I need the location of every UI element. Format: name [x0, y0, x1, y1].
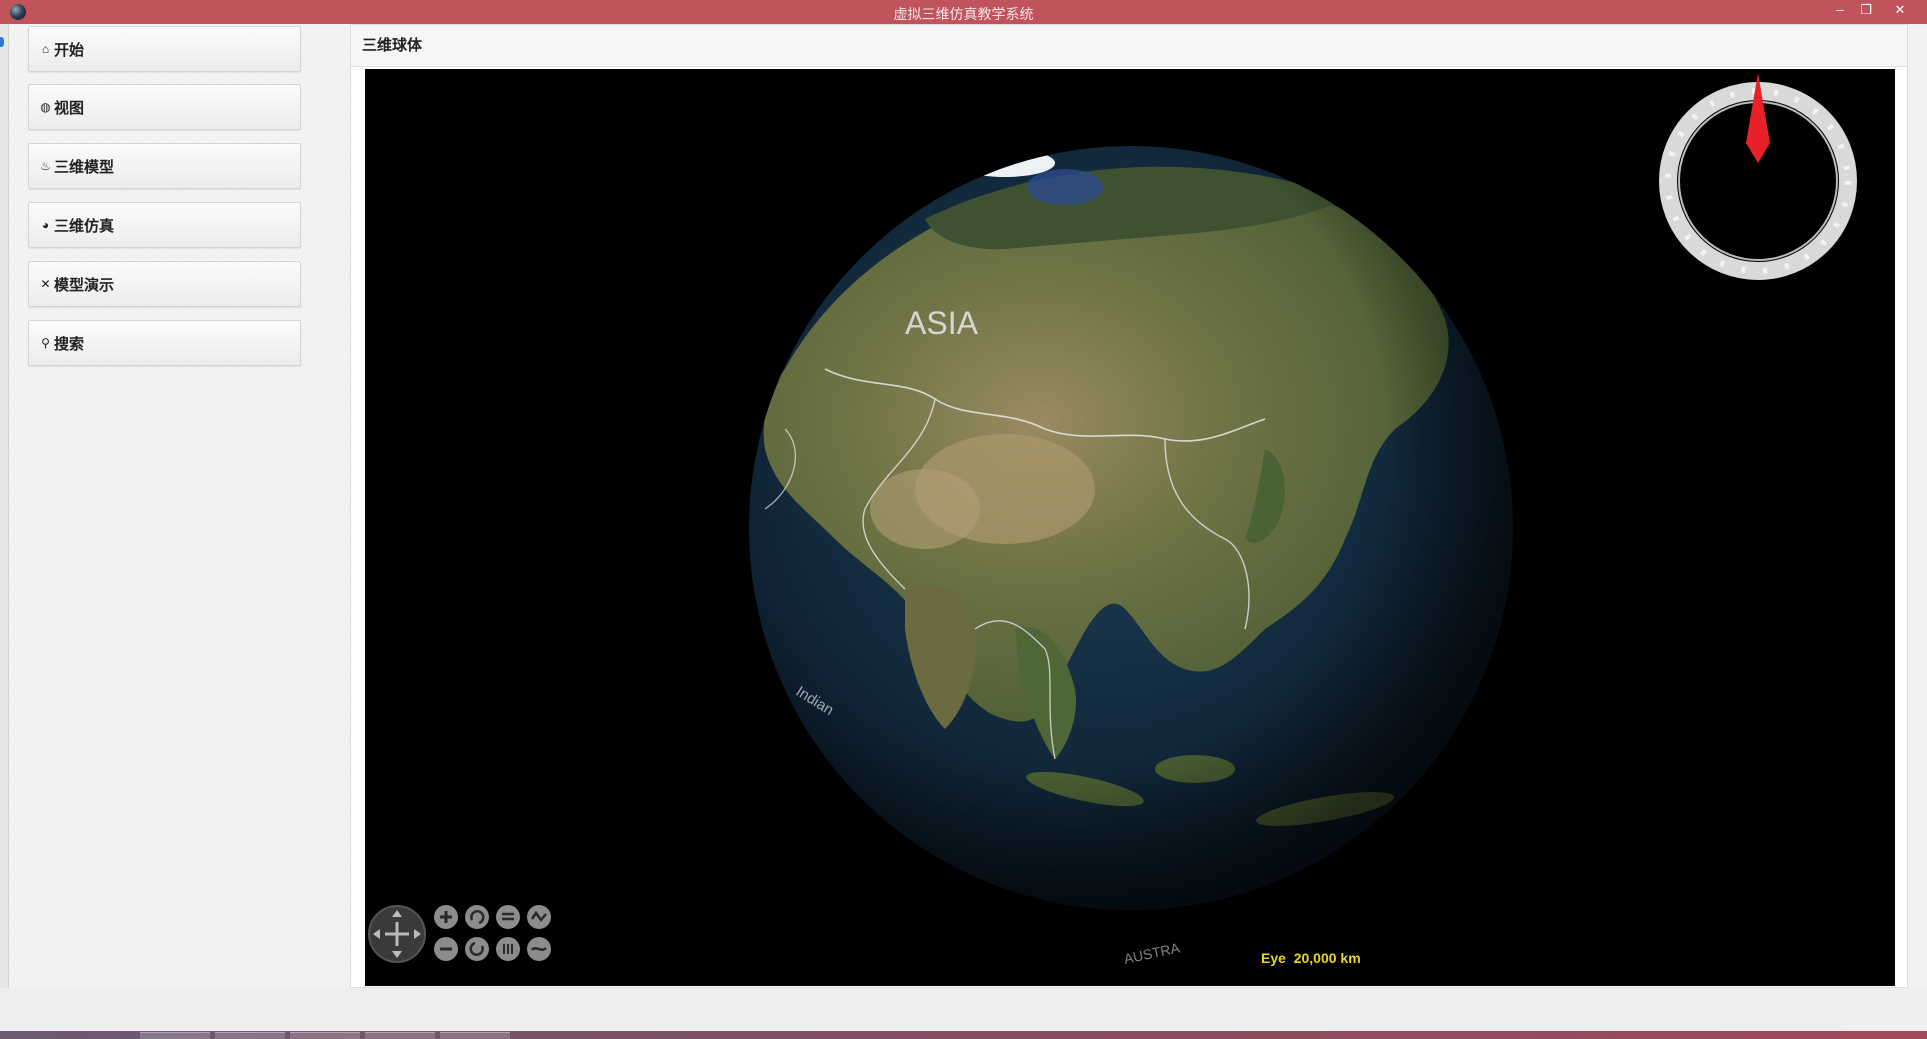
compass-icon[interactable]: [1659, 73, 1857, 280]
left-edge-strip: [0, 24, 9, 1029]
pan-wave-icon[interactable]: [527, 905, 551, 929]
sidebar-item-label: 三维仿真: [54, 217, 115, 235]
sidebar-item-model-demo[interactable]: ✕ 模型演示: [28, 261, 301, 307]
sidebar-item-label: 开始: [54, 41, 85, 59]
continent-label-partial: AUSTRA: [1122, 939, 1182, 967]
taskbar-item[interactable]: [215, 1032, 285, 1039]
search-icon: ⚲: [41, 336, 50, 350]
home-icon: ⌂: [41, 42, 50, 56]
minimize-button[interactable]: –: [1826, 0, 1854, 24]
nav-pan-control[interactable]: [368, 905, 426, 963]
model-icon: ♨: [40, 159, 51, 173]
sidebar-item-label: 搜索: [54, 335, 85, 353]
title-bar: 虚拟三维仿真教学系统 – ❐ ✕: [0, 0, 1927, 24]
edge-indicator: [0, 37, 4, 47]
window-title: 虚拟三维仿真教学系统: [893, 6, 1034, 22]
globe-viewport[interactable]: ASIA Indian AUSTRA Eye 20,000 km: [365, 69, 1895, 986]
tilt-down-icon[interactable]: [496, 937, 520, 961]
close-button[interactable]: ✕: [1886, 0, 1914, 24]
reset-wave-icon[interactable]: [527, 937, 551, 961]
zoom-in-icon[interactable]: [434, 905, 458, 929]
tilt-up-icon[interactable]: [496, 905, 520, 929]
tools-icon: ✕: [40, 277, 51, 291]
main-panel: 三维球体 ASIA Indian AUSTRA Eye 20,000 km: [350, 24, 1908, 988]
taskbar-item[interactable]: [140, 1032, 210, 1039]
globe-canvas[interactable]: ASIA Indian AUSTRA: [365, 69, 1895, 986]
sidebar-item-3d-simulation[interactable]: ◕ 三维仿真: [28, 202, 301, 248]
globe-icon: ◕: [41, 218, 50, 232]
sidebar: ⌂ 开始 ◍ 视图 ♨ 三维模型 ◕ 三维仿真 ✕ 模型演示 ⚲ 搜索: [9, 24, 350, 1029]
restore-button[interactable]: ❐: [1852, 0, 1880, 24]
sidebar-item-search[interactable]: ⚲ 搜索: [28, 320, 301, 366]
continent-label: ASIA: [905, 305, 979, 341]
eye-altitude-readout: Eye 20,000 km: [1261, 950, 1361, 966]
status-bar: [0, 988, 1927, 1031]
sidebar-item-label: 三维模型: [54, 158, 115, 176]
sidebar-item-3d-model[interactable]: ♨ 三维模型: [28, 143, 301, 189]
rotate-left-icon[interactable]: [465, 905, 489, 929]
sidebar-item-view[interactable]: ◍ 视图: [28, 84, 301, 130]
earth-globe[interactable]: [749, 146, 1513, 969]
taskbar-item[interactable]: [365, 1032, 435, 1039]
zoom-out-icon[interactable]: [434, 937, 458, 961]
eye-altitude-value: 20,000 km: [1293, 950, 1361, 966]
sidebar-item-label: 视图: [54, 99, 85, 117]
taskbar-item[interactable]: [290, 1032, 360, 1039]
sidebar-item-label: 模型演示: [54, 276, 115, 294]
view-icon: ◍: [40, 100, 51, 114]
panel-title: 三维球体: [351, 25, 1907, 67]
sidebar-item-start[interactable]: ⌂ 开始: [28, 26, 301, 72]
eye-label: Eye: [1261, 950, 1286, 966]
taskbar-item[interactable]: [440, 1032, 510, 1039]
rotate-right-icon[interactable]: [465, 937, 489, 961]
